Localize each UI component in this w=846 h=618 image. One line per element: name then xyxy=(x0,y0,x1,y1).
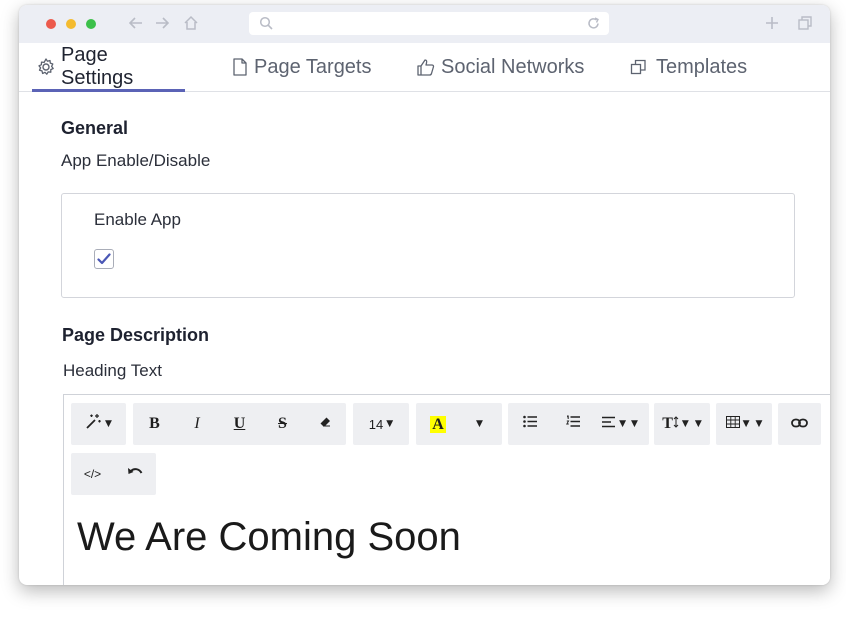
tab-page-targets-label: Page Targets xyxy=(254,55,372,78)
font-size-value: 14 xyxy=(368,416,384,432)
reload-icon[interactable] xyxy=(586,16,601,36)
home-icon[interactable] xyxy=(181,13,201,33)
duplicate-tab-icon[interactable] xyxy=(796,14,814,37)
rich-text-editor[interactable]: ▼ B I U S 14 ▼ A ▼ ▼ ▼ T ▼ ▼ ▼ ▼ </> We … xyxy=(63,394,830,585)
highlight-color-button[interactable]: A xyxy=(416,403,460,445)
enable-app-checkbox[interactable] xyxy=(94,249,114,269)
search-icon xyxy=(259,16,274,36)
caret-down-icon: ▼ xyxy=(105,419,112,429)
enable-app-card: Enable App xyxy=(61,193,795,298)
general-section-title: General xyxy=(61,118,129,138)
bold-button[interactable]: B xyxy=(133,403,176,445)
numbered-list-icon xyxy=(565,415,581,433)
clear-format-button[interactable] xyxy=(304,403,346,445)
caret-down-icon: ▼ xyxy=(755,419,763,429)
insert-link-button[interactable] xyxy=(778,403,821,445)
caret-down-icon: ▼ xyxy=(476,419,483,429)
tab-page-targets[interactable]: Page Targets xyxy=(231,43,372,91)
settings-tabs: Page Settings Page Targets Social Networ… xyxy=(19,43,830,92)
italic-button[interactable]: I xyxy=(176,403,218,445)
browser-toolbar xyxy=(19,5,830,43)
gear-icon xyxy=(36,57,56,77)
file-icon xyxy=(231,57,249,77)
font-size-select[interactable]: 14 ▼ xyxy=(353,403,409,445)
browser-window: Page Settings Page Targets Social Networ… xyxy=(19,5,830,585)
highlight-letter: A xyxy=(430,415,446,433)
maximize-window-button[interactable] xyxy=(86,19,96,29)
caret-down-icon: ▼ xyxy=(631,419,638,429)
thumbs-up-icon xyxy=(416,57,436,77)
style-group: ▼ xyxy=(71,403,126,445)
line-height-group: T ▼ ▼ xyxy=(654,403,710,445)
copy-icon xyxy=(630,59,647,76)
link-group xyxy=(778,403,821,445)
font-style-group: B I U S xyxy=(133,403,346,445)
align-dropdown-button[interactable]: ▼ ▼ xyxy=(594,403,646,445)
eraser-icon xyxy=(319,415,332,433)
enable-app-label: Enable App xyxy=(94,210,181,229)
caret-down-icon: ▼ xyxy=(681,419,689,429)
forward-arrow-icon[interactable] xyxy=(152,13,172,33)
app-enable-label: App Enable/Disable xyxy=(61,151,211,170)
misc-group: </> xyxy=(71,453,156,495)
tab-templates-label: Templates xyxy=(656,55,748,78)
line-height-button[interactable]: T ▼ ▼ xyxy=(654,403,710,445)
caret-down-icon: ▼ xyxy=(619,419,626,429)
bullet-list-icon xyxy=(522,415,538,433)
text-size-letter: T xyxy=(662,415,673,432)
table-icon xyxy=(725,415,740,433)
insert-table-button[interactable]: ▼ ▼ xyxy=(716,403,772,445)
align-left-icon xyxy=(602,415,616,433)
caret-down-icon: ▼ xyxy=(742,419,750,429)
new-tab-icon[interactable] xyxy=(763,14,781,37)
ordered-list-button[interactable] xyxy=(552,403,594,445)
heading-text-content[interactable]: We Are Coming Soon xyxy=(77,515,461,560)
checkmark-icon xyxy=(97,253,111,265)
link-icon xyxy=(791,415,808,433)
unordered-list-button[interactable] xyxy=(508,403,552,445)
tab-templates[interactable]: Templates xyxy=(630,43,747,91)
font-size-group: 14 ▼ xyxy=(353,403,409,445)
table-group: ▼ ▼ xyxy=(716,403,772,445)
address-bar[interactable] xyxy=(249,12,609,35)
back-arrow-icon[interactable] xyxy=(126,13,146,33)
code-view-button[interactable]: </> xyxy=(71,453,114,495)
page-description-title: Page Description xyxy=(62,325,210,345)
caret-down-icon: ▼ xyxy=(694,419,702,429)
tab-page-settings[interactable]: Page Settings xyxy=(32,43,185,92)
tab-social-networks-label: Social Networks xyxy=(441,55,585,78)
paragraph-group: ▼ ▼ xyxy=(508,403,649,445)
line-height-icon xyxy=(673,415,679,433)
undo-icon xyxy=(127,465,143,483)
strikethrough-button[interactable]: S xyxy=(261,403,304,445)
minimize-window-button[interactable] xyxy=(66,19,76,29)
magic-style-button[interactable]: ▼ xyxy=(71,403,126,445)
tab-page-settings-label: Page Settings xyxy=(61,44,134,89)
caret-down-icon: ▼ xyxy=(386,419,394,429)
underline-button[interactable]: U xyxy=(218,403,261,445)
tab-social-networks[interactable]: Social Networks xyxy=(416,43,584,91)
magic-wand-icon xyxy=(85,413,102,435)
close-window-button[interactable] xyxy=(46,19,56,29)
color-dropdown-button[interactable]: ▼ xyxy=(460,403,496,445)
heading-text-label: Heading Text xyxy=(63,361,162,380)
undo-button[interactable] xyxy=(114,453,156,495)
color-group: A ▼ xyxy=(416,403,502,445)
